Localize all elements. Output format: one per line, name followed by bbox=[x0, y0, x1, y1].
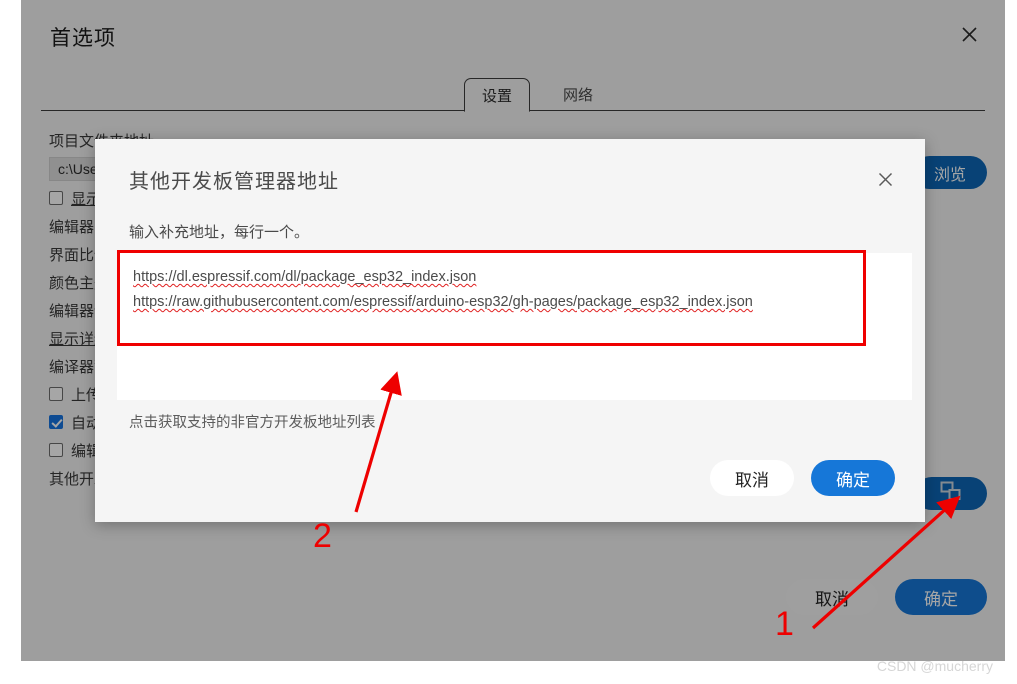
dialog-footer: 取消 确定 bbox=[710, 460, 895, 496]
watermark: CSDN @mucherry bbox=[876, 658, 993, 674]
screenshot-root: 首选项 设置 网络 项目文件夹地址 c:\Users\Administrator… bbox=[0, 0, 1017, 684]
annotation-step-1: 1 bbox=[775, 605, 794, 643]
dialog-title: 其他开发板管理器地址 bbox=[129, 171, 339, 193]
annotation-highlight-box bbox=[117, 250, 866, 346]
unofficial-board-list-link[interactable]: 点击获取支持的非官方开发板地址列表 bbox=[129, 411, 376, 432]
annotation-step-2: 2 bbox=[313, 517, 332, 555]
close-icon[interactable] bbox=[873, 167, 897, 191]
dialog-confirm-button[interactable]: 确定 bbox=[811, 460, 895, 496]
dialog-cancel-button[interactable]: 取消 bbox=[710, 460, 794, 496]
dialog-description: 输入补充地址，每行一个。 bbox=[129, 224, 310, 241]
